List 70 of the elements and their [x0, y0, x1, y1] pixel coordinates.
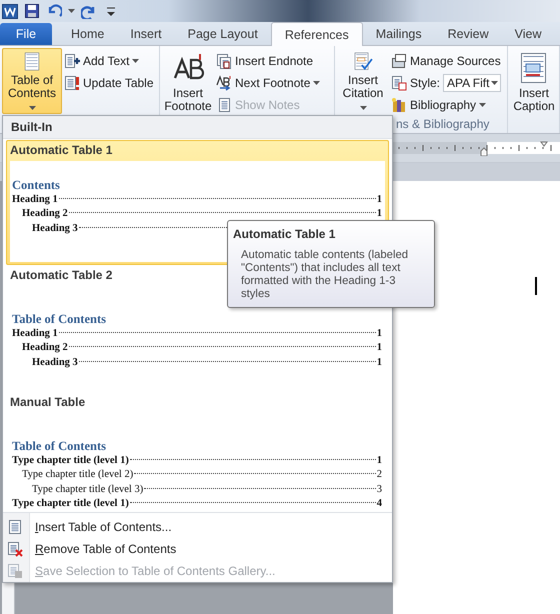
toc-heading: Contents: [12, 178, 61, 193]
save-icon: [24, 3, 40, 19]
toc-entry-title: Type chapter title (level 2): [22, 469, 134, 480]
undo-icon: [46, 3, 62, 19]
insert-document-icon: [7, 519, 23, 535]
bibliography-button[interactable]: Bibliography: [391, 94, 502, 116]
text-cursor: [535, 277, 537, 295]
next-footnote-button[interactable]: Next Footnote: [216, 72, 320, 94]
page-number: 4: [376, 498, 382, 510]
toc-entry-title: Heading 3: [32, 222, 78, 234]
notes-icon: [216, 97, 232, 113]
caret-icon: [479, 103, 486, 107]
style-label: Style:: [410, 76, 440, 90]
insert-caption-button[interactable]: Insert Caption: [510, 48, 558, 114]
insert-endnote-button[interactable]: Insert Endnote: [216, 50, 320, 72]
sources-icon: [391, 53, 407, 69]
toc-entry-title: Heading 2: [22, 208, 68, 220]
toc-entry-title: Heading 1: [12, 194, 58, 205]
remove-document-icon: [7, 541, 23, 557]
group-label: ns & Bibliography: [396, 117, 490, 133]
style-dropdown[interactable]: APA Fift: [443, 74, 502, 92]
toc-entry-title: Type chapter title (level 1): [12, 454, 129, 466]
tooltip-title: Automatic Table 1: [233, 227, 336, 241]
page-number: 1: [376, 208, 382, 220]
manage-sources-button[interactable]: Manage Sources: [391, 50, 502, 72]
page-number: 1: [376, 342, 382, 354]
endnote-icon: [216, 53, 232, 69]
ribbon-tab[interactable]: References: [270, 22, 363, 46]
ribbon-tab[interactable]: View: [502, 23, 554, 45]
page-number: 1: [376, 356, 382, 368]
redo-icon: [81, 3, 97, 19]
caret-icon: [68, 9, 75, 13]
add-text-icon: [64, 53, 80, 69]
toc-entry-title: Type chapter title (level 3): [32, 484, 144, 495]
save-document-icon: [7, 563, 23, 579]
toc-entry-title: Heading 2: [22, 342, 68, 354]
update-table-button[interactable]: Update Table: [64, 72, 154, 94]
toc-heading: Table of Contents: [12, 312, 107, 327]
ribbon-tab[interactable]: Page Layout: [174, 23, 271, 45]
page-number: 1: [376, 194, 382, 205]
page-number: 1: [376, 328, 382, 339]
word-logo-icon: [2, 3, 18, 19]
ribbon-tab[interactable]: Mailings: [362, 23, 435, 45]
page-number: 3: [376, 484, 382, 495]
caret-icon: [360, 106, 366, 110]
style-icon: [391, 75, 407, 91]
ribbon-tab[interactable]: Review: [434, 23, 502, 45]
caret-icon: [491, 81, 498, 85]
insert-footnote-button[interactable]: Insert Footnote: [162, 48, 214, 114]
toc-entry-title: Heading 3: [32, 356, 78, 368]
bibliography-icon: [391, 97, 407, 113]
add-text-button[interactable]: Add Text: [64, 50, 154, 72]
ribbon-tab[interactable]: Home: [58, 23, 118, 45]
menu-item[interactable]: Remove Table of Contents: [3, 538, 392, 560]
toc-heading: Table of Contents: [12, 438, 107, 454]
toc-entry-title: Heading 1: [12, 328, 58, 339]
caret-icon: [313, 81, 320, 85]
insert-citation-button[interactable]: Insert Citation: [337, 48, 389, 114]
caret-icon: [132, 59, 140, 63]
file-tab[interactable]: File: [0, 23, 52, 45]
page-number: 2: [376, 469, 382, 480]
update-table-icon: [64, 75, 80, 91]
page-number: 1: [376, 454, 382, 466]
toc-entry-title: Type chapter title (level 1): [12, 498, 129, 510]
section-heading: Built-In: [11, 120, 52, 134]
menu-item[interactable]: Insert Table of Contents...: [3, 516, 392, 538]
table-of-contents-button[interactable]: Table of Contents: [2, 48, 62, 114]
caret-icon: [28, 106, 36, 110]
ribbon-tab[interactable]: Insert: [117, 23, 175, 45]
next-footnote-icon: [216, 75, 232, 91]
